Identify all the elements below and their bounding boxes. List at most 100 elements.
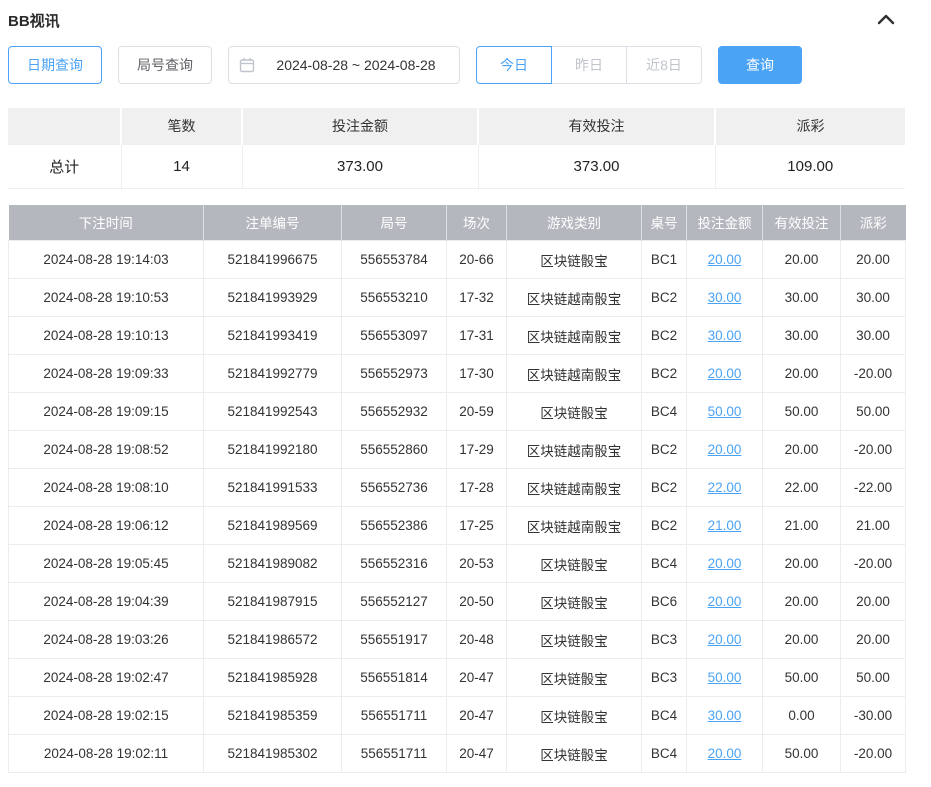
filter-bar: 日期查询 局号查询 2024-08-28 ~ 2024-08-28 今日 昨日 … — [8, 46, 923, 84]
cell-bet-amount: 21.00 — [687, 507, 763, 545]
cell-table-no: BC2 — [642, 279, 687, 317]
bet-amount-link[interactable]: 50.00 — [708, 404, 742, 419]
panel-title: BB视讯 — [8, 10, 60, 31]
cell-round-no: 556551711 — [342, 697, 447, 735]
col-header-session: 场次 — [447, 205, 507, 241]
cell-game-type: 区块链骰宝 — [507, 241, 642, 279]
table-row: 2024-08-28 19:08:52 521841992180 5565528… — [9, 431, 906, 469]
cell-payout: 20.00 — [841, 241, 906, 279]
cell-table-no: BC4 — [642, 545, 687, 583]
cell-valid-bet: 50.00 — [763, 659, 841, 697]
cell-round-no: 556551814 — [342, 659, 447, 697]
bet-amount-link[interactable]: 20.00 — [708, 746, 742, 761]
cell-payout: 20.00 — [841, 621, 906, 659]
cell-bet-id: 521841992779 — [204, 355, 342, 393]
cell-bet-id: 521841989082 — [204, 545, 342, 583]
cell-valid-bet: 20.00 — [763, 431, 841, 469]
quick-range-last8days[interactable]: 近8日 — [626, 46, 702, 84]
cell-game-type: 区块链越南骰宝 — [507, 279, 642, 317]
table-row: 2024-08-28 19:02:47 521841985928 5565518… — [9, 659, 906, 697]
cell-round-no: 556553097 — [342, 317, 447, 355]
table-row: 2024-08-28 19:10:13 521841993419 5565530… — [9, 317, 906, 355]
cell-bet-time: 2024-08-28 19:10:53 — [9, 279, 204, 317]
col-header-round-no: 局号 — [342, 205, 447, 241]
summary-total-count: 14 — [121, 144, 242, 188]
bet-amount-link[interactable]: 20.00 — [708, 594, 742, 609]
table-row: 2024-08-28 19:02:11 521841985302 5565517… — [9, 735, 906, 773]
table-row: 2024-08-28 19:04:39 521841987915 5565521… — [9, 583, 906, 621]
cell-bet-amount: 20.00 — [687, 621, 763, 659]
cell-bet-amount: 20.00 — [687, 431, 763, 469]
cell-table-no: BC4 — [642, 697, 687, 735]
bet-amount-link[interactable]: 22.00 — [708, 480, 742, 495]
cell-session: 20-47 — [447, 735, 507, 773]
summary-total-label: 总计 — [8, 144, 121, 188]
summary-header-valid-bet: 有效投注 — [478, 108, 715, 144]
cell-table-no: BC1 — [642, 241, 687, 279]
table-row: 2024-08-28 19:09:33 521841992779 5565529… — [9, 355, 906, 393]
cell-round-no: 556552127 — [342, 583, 447, 621]
cell-payout: 30.00 — [841, 317, 906, 355]
cell-session: 17-32 — [447, 279, 507, 317]
cell-table-no: BC2 — [642, 469, 687, 507]
panel-header: BB视讯 — [8, 8, 923, 32]
date-query-tab[interactable]: 日期查询 — [8, 46, 102, 84]
summary-header-empty — [8, 108, 121, 144]
bet-amount-link[interactable]: 20.00 — [708, 366, 742, 381]
bet-amount-link[interactable]: 21.00 — [708, 518, 742, 533]
cell-bet-time: 2024-08-28 19:04:39 — [9, 583, 204, 621]
cell-bet-time: 2024-08-28 19:05:45 — [9, 545, 204, 583]
summary-table: 笔数 投注金额 有效投注 派彩 总计 14 373.00 373.00 109.… — [8, 108, 905, 189]
cell-bet-amount: 50.00 — [687, 659, 763, 697]
cell-valid-bet: 30.00 — [763, 279, 841, 317]
bet-amount-link[interactable]: 20.00 — [708, 252, 742, 267]
cell-game-type: 区块链骰宝 — [507, 393, 642, 431]
search-button[interactable]: 查询 — [718, 46, 802, 84]
cell-session: 20-53 — [447, 545, 507, 583]
collapse-chevron-up-icon[interactable] — [877, 14, 895, 26]
bet-amount-link[interactable]: 30.00 — [708, 328, 742, 343]
bet-records-table: 下注时间 注单编号 局号 场次 游戏类别 桌号 投注金额 有效投注 派彩 202… — [8, 205, 906, 774]
cell-bet-id: 521841985302 — [204, 735, 342, 773]
cell-game-type: 区块链越南骰宝 — [507, 469, 642, 507]
cell-bet-time: 2024-08-28 19:08:10 — [9, 469, 204, 507]
cell-round-no: 556552932 — [342, 393, 447, 431]
bet-amount-link[interactable]: 20.00 — [708, 442, 742, 457]
cell-session: 20-66 — [447, 241, 507, 279]
table-row: 2024-08-28 19:08:10 521841991533 5565527… — [9, 469, 906, 507]
col-header-bet-time: 下注时间 — [9, 205, 204, 241]
bet-amount-link[interactable]: 30.00 — [708, 708, 742, 723]
cell-session: 17-29 — [447, 431, 507, 469]
cell-bet-amount: 20.00 — [687, 545, 763, 583]
bet-amount-link[interactable]: 30.00 — [708, 290, 742, 305]
summary-total-row: 总计 14 373.00 373.00 109.00 — [8, 144, 905, 188]
cell-bet-amount: 30.00 — [687, 317, 763, 355]
cell-round-no: 556553210 — [342, 279, 447, 317]
table-row: 2024-08-28 19:14:03 521841996675 5565537… — [9, 241, 906, 279]
cell-payout: -22.00 — [841, 469, 906, 507]
cell-bet-id: 521841993419 — [204, 317, 342, 355]
date-range-input[interactable]: 2024-08-28 ~ 2024-08-28 — [228, 46, 460, 84]
cell-valid-bet: 20.00 — [763, 241, 841, 279]
bet-table-header-row: 下注时间 注单编号 局号 场次 游戏类别 桌号 投注金额 有效投注 派彩 — [9, 205, 906, 241]
cell-payout: -20.00 — [841, 735, 906, 773]
col-header-game-type: 游戏类别 — [507, 205, 642, 241]
round-query-tab[interactable]: 局号查询 — [118, 46, 212, 84]
cell-bet-time: 2024-08-28 19:02:47 — [9, 659, 204, 697]
quick-range-group: 今日 昨日 近8日 — [476, 46, 702, 84]
bet-amount-link[interactable]: 20.00 — [708, 556, 742, 571]
quick-range-yesterday[interactable]: 昨日 — [551, 46, 627, 84]
cell-round-no: 556551711 — [342, 735, 447, 773]
cell-game-type: 区块链越南骰宝 — [507, 431, 642, 469]
col-header-bet-amount: 投注金额 — [687, 205, 763, 241]
quick-range-today[interactable]: 今日 — [476, 46, 552, 84]
bet-amount-link[interactable]: 20.00 — [708, 632, 742, 647]
cell-payout: -30.00 — [841, 697, 906, 735]
calendar-icon — [239, 57, 255, 73]
cell-valid-bet: 21.00 — [763, 507, 841, 545]
cell-session: 20-48 — [447, 621, 507, 659]
cell-session: 17-28 — [447, 469, 507, 507]
cell-session: 20-47 — [447, 659, 507, 697]
bet-amount-link[interactable]: 50.00 — [708, 670, 742, 685]
cell-table-no: BC2 — [642, 355, 687, 393]
